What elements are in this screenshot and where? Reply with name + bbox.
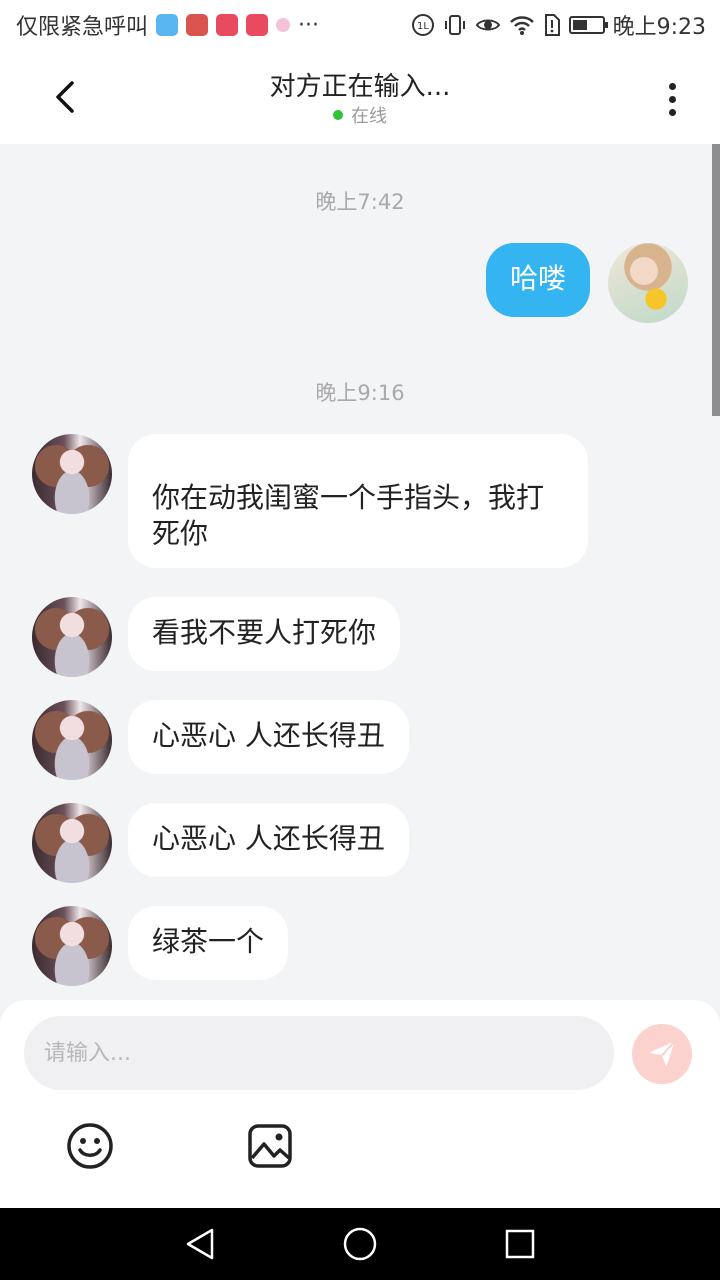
hd-icon: 1L	[411, 14, 434, 36]
contact-avatar[interactable]	[32, 803, 112, 883]
timestamp-divider: 晚上9:16	[315, 381, 405, 405]
send-button[interactable]	[632, 1024, 692, 1084]
circle-home-icon	[343, 1227, 377, 1261]
smiley-icon	[67, 1123, 113, 1169]
my-avatar[interactable]	[608, 243, 688, 323]
message-input[interactable]	[24, 1016, 614, 1090]
more-notifications-icon: ···	[298, 12, 319, 38]
presence-status: 在线	[0, 102, 720, 128]
emoji-button[interactable]	[64, 1120, 116, 1172]
incoming-message-bubble[interactable]: 你在动我闺蜜一个手指头，我打死你	[128, 434, 588, 568]
battery-icon	[568, 16, 608, 34]
image-button[interactable]	[244, 1120, 296, 1172]
status-time: 晚上9:23	[612, 15, 706, 40]
incoming-message-bubble[interactable]: 看我不要人打死你	[128, 597, 401, 671]
vibrate-icon	[444, 15, 465, 35]
send-icon	[649, 1040, 676, 1067]
online-dot	[333, 110, 343, 120]
composer	[0, 1000, 720, 1208]
more-options-button[interactable]	[652, 74, 692, 124]
shield-app-icon	[156, 14, 179, 36]
eye-icon	[475, 19, 500, 31]
nav-recents-button[interactable]	[500, 1224, 540, 1264]
more-dot	[668, 82, 676, 90]
contact-avatar[interactable]	[32, 700, 112, 780]
scrollbar[interactable]	[712, 144, 720, 416]
chat-header: 对方正在输入... 在线	[0, 50, 720, 144]
contact-avatar[interactable]	[32, 597, 112, 677]
message-list[interactable]: 晚上7:42 哈喽 晚上9:16 你在动我闺蜜一个手指头，我打死你 看我不要人打…	[0, 144, 720, 1000]
more-dot	[668, 108, 676, 116]
triangle-back-icon	[186, 1228, 214, 1260]
bubble-app-icon	[276, 18, 291, 32]
status-bar: 仅限紧急呼叫 ··· 1L 晚上9:23	[0, 0, 720, 50]
system-nav-bar	[0, 1208, 720, 1280]
timestamp-divider: 晚上7:42	[315, 190, 405, 214]
contact-avatar[interactable]	[32, 434, 112, 514]
sim-alert-icon	[544, 14, 560, 36]
video-app-icon	[186, 14, 209, 36]
image-icon	[248, 1124, 292, 1168]
incoming-message-bubble[interactable]: 心恶心 人还长得丑	[128, 803, 409, 877]
more-dot	[668, 95, 676, 103]
carrier-text: 仅限紧急呼叫	[16, 15, 149, 40]
heart-app-icon	[246, 14, 269, 36]
outgoing-message-bubble[interactable]: 哈喽	[485, 243, 590, 317]
incoming-message-bubble[interactable]: 心恶心 人还长得丑	[128, 700, 409, 774]
incoming-message-bubble[interactable]: 绿茶一个	[128, 906, 289, 980]
nav-home-button[interactable]	[340, 1224, 380, 1264]
square-recents-icon	[505, 1229, 535, 1259]
contact-avatar[interactable]	[32, 906, 112, 986]
wifi-icon	[509, 16, 534, 35]
nav-back-button[interactable]	[180, 1224, 220, 1264]
chat-title: 对方正在输入...	[269, 72, 451, 102]
presence-label: 在线	[351, 106, 387, 127]
svg-text:1L: 1L	[417, 21, 429, 32]
shopping-app-icon	[216, 14, 239, 36]
